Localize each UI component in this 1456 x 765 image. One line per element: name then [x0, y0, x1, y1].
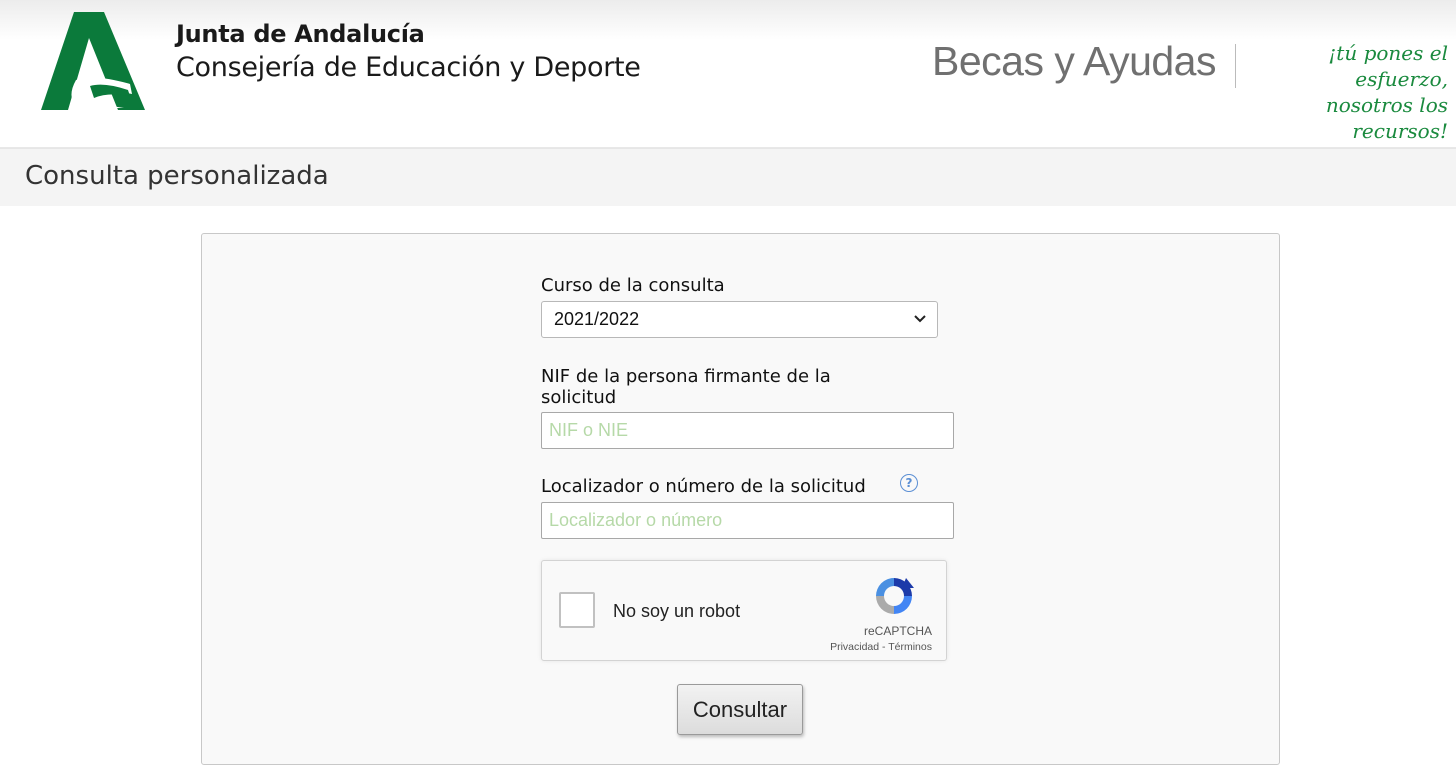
- recaptcha-checkbox[interactable]: [559, 592, 595, 628]
- page-title-bar: Consulta personalizada: [0, 148, 1456, 206]
- locator-label: Localizador o número de la solicitud: [541, 476, 866, 497]
- recaptcha-widget: No soy un robot reCAPTCHA Privacidad - T…: [541, 560, 947, 661]
- slogan-line-2: nosotros los recursos!: [1325, 93, 1448, 143]
- header-divider: [1235, 44, 1236, 88]
- recaptcha-links[interactable]: Privacidad - Términos: [792, 641, 932, 653]
- nif-label-line-2: solicitud: [541, 387, 617, 408]
- junta-andalucia-logo: [41, 12, 145, 110]
- site-header: Junta de Andalucía Consejería de Educaci…: [0, 0, 1456, 148]
- course-selected-value: 2021/2022: [554, 309, 640, 329]
- slogan: ¡tú pones el esfuerzo, nosotros los recu…: [1248, 40, 1448, 144]
- help-icon[interactable]: ?: [900, 474, 918, 492]
- nif-input[interactable]: [541, 412, 954, 449]
- page-title: Consulta personalizada: [25, 161, 329, 191]
- chevron-down-icon: [914, 315, 926, 323]
- org-name: Junta de Andalucía: [176, 20, 425, 48]
- course-select[interactable]: 2021/2022: [541, 301, 938, 338]
- recaptcha-logo-icon: [876, 578, 914, 614]
- slogan-line-1: ¡tú pones el esfuerzo,: [1328, 41, 1448, 91]
- department-name: Consejería de Educación y Deporte: [176, 52, 641, 83]
- recaptcha-text: No soy un robot: [613, 601, 741, 621]
- nif-label-line-1: NIF de la persona firmante de la: [541, 366, 831, 387]
- locator-input[interactable]: [541, 502, 954, 539]
- program-title: Becas y Ayudas: [932, 38, 1216, 84]
- course-label: Curso de la consulta: [541, 275, 725, 296]
- consultar-button[interactable]: Consultar: [677, 684, 803, 735]
- recaptcha-brand: reCAPTCHA: [863, 624, 932, 638]
- nif-label: NIF de la persona firmante de la solicit…: [541, 366, 831, 408]
